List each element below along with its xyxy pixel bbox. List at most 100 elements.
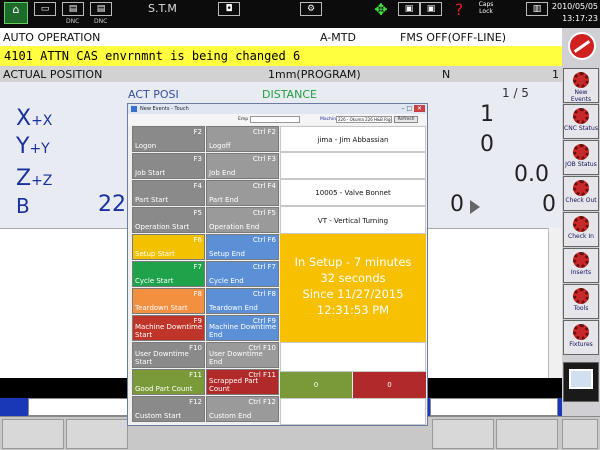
event-name-label: Part End [209, 196, 239, 204]
softkey-1[interactable] [2, 419, 64, 449]
setup-start-button[interactable]: F6 Setup Start [132, 234, 205, 260]
operation-info: VT - Vertical Turning [280, 206, 426, 234]
fms-status: FMS OFF(OFF-LINE) [400, 31, 507, 44]
gear-icon [573, 288, 589, 304]
help-icon[interactable]: ? [452, 0, 466, 19]
employee-select[interactable] [250, 116, 300, 123]
machine-downtime-start-button[interactable]: F9 Machine Downtime Start [132, 315, 205, 341]
part-end-button[interactable]: Ctrl F4 Part End [206, 180, 279, 206]
n-label: N [442, 68, 451, 81]
user-downtime-end-button[interactable]: Ctrl F10 User Downtime End [206, 342, 279, 368]
stm-icon[interactable]: ▥ [526, 2, 548, 16]
maximize-icon[interactable]: □ [406, 105, 412, 112]
event-name-label: Job End [209, 169, 236, 177]
function-key-label: Ctrl F8 [252, 290, 276, 298]
event-name-label: Operation Start [135, 223, 190, 231]
window-icon-1[interactable]: ▭ [34, 2, 56, 16]
gear-icon [573, 324, 589, 340]
new-events-button[interactable]: New Events [563, 68, 599, 103]
inserts-button[interactable]: Inserts [563, 248, 599, 283]
machine-mode: A-MTD [320, 31, 356, 44]
act-posi-header: ACT POSI [128, 88, 179, 101]
close-icon[interactable]: ✕ [413, 105, 425, 112]
cnc-status-button[interactable]: CNC Status [563, 104, 599, 139]
function-key-label: F2 [193, 128, 202, 136]
function-key-label: Ctrl F6 [252, 236, 276, 244]
event-name-label: Machine Downtime End [209, 323, 277, 339]
event-name-label: Good Part Count [135, 385, 193, 393]
scrapped-part-count-button[interactable]: Ctrl F11 Scrapped Part Count [206, 369, 279, 395]
b-axis-value: 22 [98, 192, 126, 217]
position-title: ACTUAL POSITION [3, 68, 103, 81]
program-scrollbar[interactable] [548, 228, 562, 378]
dialog-title-bar: New Events - Touch – □ ✕ [128, 104, 427, 114]
tools-button[interactable]: Tools [563, 284, 599, 319]
n-value: 1 [552, 68, 559, 81]
b-distance-value: 0 [542, 192, 556, 217]
function-key-label: F6 [193, 236, 202, 244]
gear-icon [573, 144, 589, 160]
custom-end-button[interactable]: Ctrl F12 Custom End [206, 396, 279, 422]
user-downtime-start-button[interactable]: F10 User Downtime Start [132, 342, 205, 368]
save-icon-2[interactable]: ▣ [420, 2, 442, 16]
logon-button[interactable]: F2 Logon [132, 126, 205, 152]
job-start-button[interactable]: F3 Job Start [132, 153, 205, 179]
bluebar-tab-2[interactable] [430, 398, 558, 416]
operation-start-button[interactable]: F5 Operation Start [132, 207, 205, 233]
function-key-label: F11 [189, 371, 202, 379]
softkey-2[interactable] [66, 419, 128, 449]
axis-b: B [16, 194, 30, 218]
event-name-label: Job Start [135, 169, 166, 177]
fixtures-button[interactable]: Fixtures [563, 320, 599, 355]
event-name-label: Machine Downtime Start [135, 323, 203, 339]
softkey-3[interactable] [432, 419, 494, 449]
teardown-start-button[interactable]: F8 Teardown Start [132, 288, 205, 314]
function-key-label: Ctrl F2 [252, 128, 276, 136]
part-start-button[interactable]: F4 Part Start [132, 180, 205, 206]
axis-y: Y+Y [16, 134, 50, 159]
cnc-screen: ⌂ ▭ ▤ ▤ DNC DNC S.T.M ◘ ⚙ ✥ ▣ ▣ ? Caps L… [0, 0, 600, 450]
refresh-button[interactable]: Refresh [394, 116, 418, 123]
window-controls: – □ ✕ [401, 105, 425, 112]
status-line-1: In Setup - 7 minutes [294, 255, 412, 269]
dnc-icon-2[interactable]: ▤ [90, 2, 112, 16]
status-line-2: 32 seconds [320, 271, 386, 285]
softkey-4[interactable] [496, 419, 558, 449]
event-name-label: Logoff [209, 142, 231, 150]
check-in-button[interactable]: Check In [563, 212, 599, 247]
function-key-label: F5 [193, 209, 202, 217]
bluebar-tab-1[interactable] [28, 398, 128, 416]
custom-start-button[interactable]: F12 Custom Start [132, 396, 205, 422]
operation-end-button[interactable]: Ctrl F5 Operation End [206, 207, 279, 233]
event-name-label: Scrapped Part Count [209, 377, 259, 393]
machine-downtime-end-button[interactable]: Ctrl F9 Machine Downtime End [206, 315, 279, 341]
good-part-count-button[interactable]: F11 Good Part Count [132, 369, 205, 395]
minimize-icon[interactable]: – [401, 105, 404, 112]
softkey-5[interactable] [562, 419, 598, 449]
function-key-label: F7 [193, 263, 202, 271]
dnc-label-2: DNC [94, 18, 108, 25]
machine-select[interactable]: 226 - Okuma 226 H&B Right [336, 116, 392, 123]
save-icon-1[interactable]: ▣ [398, 2, 420, 16]
cycle-end-button[interactable]: Ctrl F7 Cycle End [206, 261, 279, 287]
check-out-button[interactable]: Check Out [563, 176, 599, 211]
logoff-button[interactable]: Ctrl F2 Logoff [206, 126, 279, 152]
dnc-icon-1[interactable]: ▤ [62, 2, 84, 16]
event-name-label: Teardown Start [135, 304, 188, 312]
window-switch-icon[interactable] [563, 362, 599, 402]
move-icon[interactable]: ✥ [370, 0, 392, 19]
job-status-button[interactable]: JOB Status [563, 140, 599, 175]
monitor-icon[interactable]: ◘ [218, 2, 240, 16]
info-blank-3 [280, 398, 426, 425]
app-title: S.T.M [148, 2, 177, 15]
tools-icon[interactable]: ⚙ [300, 2, 322, 16]
teardown-end-button[interactable]: Ctrl F8 Teardown End [206, 288, 279, 314]
cycle-start-button[interactable]: F7 Cycle Start [132, 261, 205, 287]
info-blank-1 [280, 152, 426, 179]
job-end-button[interactable]: Ctrl F3 Job End [206, 153, 279, 179]
distance-header: DISTANCE [262, 88, 317, 101]
home-icon[interactable]: ⌂ [4, 2, 28, 24]
setup-end-button[interactable]: Ctrl F6 Setup End [206, 234, 279, 260]
no-entry-icon[interactable] [568, 32, 596, 60]
function-key-label: Ctrl F12 [248, 398, 276, 406]
